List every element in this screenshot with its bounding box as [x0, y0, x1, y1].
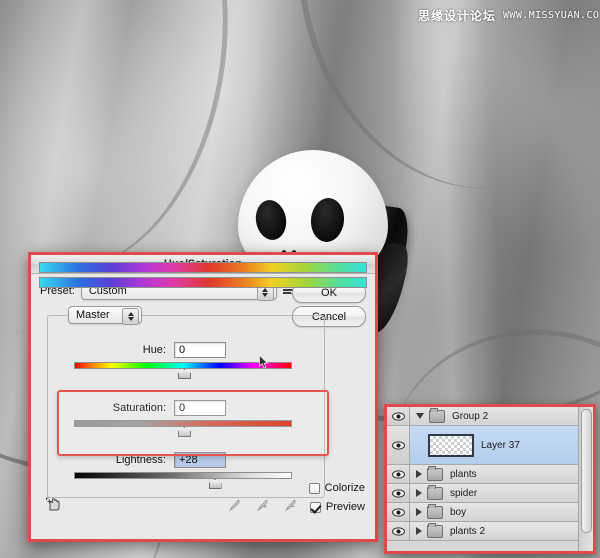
- table-row[interactable]: Group 2: [387, 407, 579, 426]
- eyedropper-plus-icon[interactable]: [255, 498, 270, 513]
- saturation-value-input[interactable]: 0: [174, 400, 226, 416]
- saturation-slider[interactable]: [74, 420, 292, 437]
- saturation-row: Saturation: 0: [48, 400, 324, 416]
- layers-panel: Group 2 Layer 37 plants spider boy plant…: [384, 404, 596, 554]
- layer-visibility-eye-icon[interactable]: [387, 426, 410, 464]
- table-row[interactable]: boy: [387, 503, 579, 522]
- eyedropper-group: [227, 498, 298, 513]
- lightness-slider[interactable]: [74, 472, 292, 489]
- expand-triangle-icon[interactable]: [416, 489, 422, 497]
- hue-slider-block: Hue: 0: [48, 342, 324, 379]
- layer-visibility-eye-icon[interactable]: [387, 503, 410, 521]
- expand-triangle-icon[interactable]: [416, 470, 422, 478]
- folder-icon: [427, 465, 443, 481]
- layers-scrollbar-thumb[interactable]: [581, 409, 592, 533]
- expand-triangle-icon[interactable]: [416, 527, 422, 535]
- layer-name: plants 2: [450, 525, 486, 537]
- lightness-slider-thumb[interactable]: [208, 479, 222, 489]
- folder-icon: [427, 522, 443, 538]
- layer-thumbnail[interactable]: [428, 433, 474, 457]
- layer-name: boy: [450, 506, 467, 518]
- saturation-slider-block: Saturation: 0: [48, 400, 324, 437]
- layer-visibility-eye-icon[interactable]: [387, 465, 410, 483]
- layers-list: Group 2 Layer 37 plants spider boy plant…: [387, 407, 579, 551]
- preview-label: Preview: [325, 501, 365, 513]
- channel-group: Master Hue: 0 Saturation: 0 Lightness: +…: [47, 306, 325, 498]
- channel-dropdown[interactable]: Master: [68, 306, 142, 325]
- layer-visibility-eye-icon[interactable]: [387, 522, 410, 540]
- preview-checkbox-row[interactable]: Preview: [309, 501, 365, 513]
- table-row[interactable]: Layer 37: [387, 426, 579, 465]
- lightness-row: Lightness: +28: [48, 452, 324, 468]
- folder-icon: [427, 503, 443, 519]
- hue-row: Hue: 0: [48, 342, 324, 358]
- table-row[interactable]: plants 2: [387, 522, 579, 541]
- saturation-label: Saturation:: [112, 402, 166, 414]
- folder-icon: [429, 407, 445, 423]
- colorize-checkbox[interactable]: [308, 482, 320, 494]
- colorize-checkbox-row[interactable]: Colorize: [308, 482, 365, 494]
- eyedropper-icon[interactable]: [227, 498, 242, 513]
- table-row[interactable]: spider: [387, 484, 579, 503]
- layer-name: Layer 37: [481, 439, 520, 451]
- layer-name: spider: [450, 487, 478, 499]
- lightness-label: Lightness:: [115, 454, 166, 466]
- channel-selected-value: Master: [76, 309, 110, 321]
- saturation-slider-track[interactable]: [74, 420, 292, 427]
- color-spectrum-bars: [39, 262, 367, 290]
- lightness-slider-block: Lightness: +28: [48, 452, 324, 489]
- eyedropper-minus-icon[interactable]: [283, 498, 298, 513]
- hue-label: Hue:: [142, 344, 166, 356]
- mouse-cursor: [259, 355, 269, 369]
- layer-visibility-eye-icon[interactable]: [387, 407, 410, 425]
- lightness-slider-track[interactable]: [74, 472, 292, 479]
- on-image-adjustment-icon[interactable]: [45, 496, 63, 513]
- preview-checkbox[interactable]: [309, 501, 321, 513]
- folder-icon: [427, 484, 443, 500]
- layer-name: plants: [450, 468, 477, 480]
- watermark-top: 思缘设计论坛 WWW.MISSYUAN.COM: [418, 7, 600, 24]
- dialog-body: Preset: Custom OK Cancel Master Hue: 0 S…: [31, 262, 375, 513]
- layers-scrollbar[interactable]: [578, 407, 593, 551]
- layer-name: Group 2: [452, 410, 489, 422]
- expand-triangle-icon[interactable]: [416, 508, 422, 516]
- hue-value-input[interactable]: 0: [174, 342, 226, 358]
- lightness-value-input[interactable]: +28: [174, 452, 226, 468]
- table-row[interactable]: plants: [387, 465, 579, 484]
- spectrum-bar-adjusted: [39, 277, 367, 288]
- watermark-top-url: WWW.MISSYUAN.COM: [503, 10, 600, 21]
- expand-triangle-icon[interactable]: [416, 413, 424, 419]
- spectrum-bar-original: [39, 262, 367, 273]
- saturation-slider-thumb[interactable]: [178, 427, 191, 437]
- hue-slider-thumb[interactable]: [178, 369, 191, 379]
- channel-stepper-icon[interactable]: [122, 308, 139, 325]
- colorize-label: Colorize: [324, 482, 365, 494]
- watermark-top-chinese: 思缘设计论坛: [418, 9, 497, 23]
- hue-saturation-dialog: Hue/Saturation Preset: Custom OK Cancel …: [28, 252, 378, 542]
- layer-visibility-eye-icon[interactable]: [387, 484, 410, 502]
